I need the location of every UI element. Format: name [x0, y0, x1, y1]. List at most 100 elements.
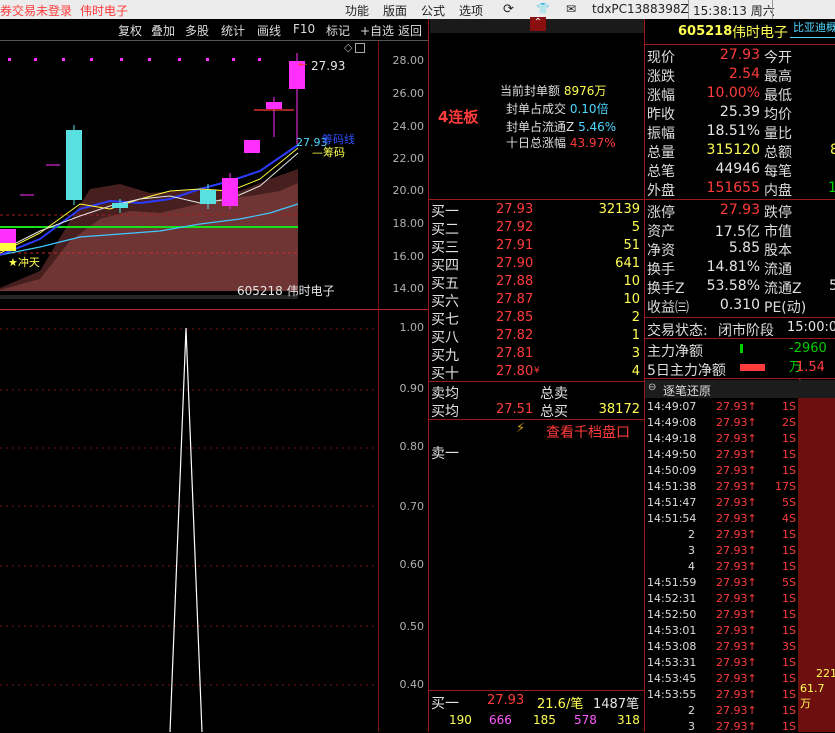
order-volume: 51	[623, 238, 640, 253]
bottom-buy1-per: 21.6/笔	[537, 697, 584, 712]
y-tick: 28.00	[392, 54, 425, 67]
btn-stats[interactable]: 统计	[221, 22, 245, 39]
ticks-header[interactable]: ⊖ 逐笔还原	[645, 380, 835, 398]
trade-state-label: 交易状态:	[647, 323, 708, 339]
btn-fuquan[interactable]: 复权	[118, 22, 142, 39]
tick-volume: 1S	[782, 688, 796, 701]
chip-legend: —筹码	[312, 146, 345, 159]
quote-value: 25.39	[719, 104, 760, 120]
close-icon[interactable]	[418, 2, 434, 20]
menu-options[interactable]: 选项	[459, 2, 483, 19]
btn-f10[interactable]: F10	[293, 22, 315, 36]
tick-price: 27.93↑	[716, 544, 757, 557]
y-tick: 18.00	[392, 217, 425, 230]
tick-time: 3	[688, 720, 695, 733]
quote-value: 315120	[706, 142, 760, 158]
fund-value: 14.81%	[706, 259, 760, 275]
tick-price: 27.93↑	[716, 656, 757, 669]
tick-volume: 1S	[782, 448, 796, 461]
inner-value-clip: 1	[828, 180, 835, 196]
login-status: 券交易未登录	[0, 4, 73, 18]
order-price[interactable]: 27.81	[496, 346, 533, 361]
tick-volume: 5S	[782, 576, 796, 589]
stock-caption: 605218 伟时电子	[237, 284, 335, 298]
total-buy-label: 总买	[540, 404, 568, 420]
quote-label: 振幅	[647, 126, 675, 142]
tick-volume: 1S	[782, 592, 796, 605]
tick-time: 14:53:55	[647, 688, 697, 701]
y-tick: 0.50	[399, 620, 425, 633]
btn-back[interactable]: 返回	[398, 22, 422, 39]
quote-label: 均价	[764, 107, 792, 123]
ticks-title: 逐笔还原	[663, 384, 712, 398]
btn-mark[interactable]: 标记	[326, 22, 350, 39]
fund-value: 53.58%	[706, 278, 760, 294]
queue-item: 318	[617, 713, 640, 727]
tick-price: 27.93↑	[716, 704, 757, 717]
quote-label: 最高	[764, 69, 792, 85]
fund-value: 5.85	[728, 240, 760, 256]
order-level: 买七	[431, 312, 459, 328]
tick-price: 27.93↑	[716, 496, 757, 509]
order-price[interactable]: 27.88	[496, 274, 533, 289]
tick-price: 27.93↑	[716, 464, 757, 477]
tick-volume: 1S	[782, 528, 796, 541]
menu-layout[interactable]: 版面	[383, 2, 407, 19]
candle	[244, 140, 260, 153]
thousand-depth-link[interactable]: 查看千档盘口	[546, 422, 630, 442]
fund-label: 流通Z	[764, 281, 802, 297]
bottom-buy1-label: 买一	[431, 696, 459, 712]
fund-value: 27.93	[719, 202, 760, 218]
order-volume: 641	[615, 256, 640, 271]
quote-label: 涨幅	[647, 88, 675, 104]
y-tick: 0.40	[399, 678, 425, 691]
total-buy-value: 38172	[598, 402, 640, 417]
btn-overlay[interactable]: 叠加	[151, 22, 175, 39]
order-price[interactable]: 27.85	[496, 310, 533, 325]
tick-volume: 1S	[782, 432, 796, 445]
fund-value: 0.310	[719, 297, 760, 313]
mail-icon[interactable]: ✉	[566, 2, 576, 16]
refresh-icon[interactable]: ⟳	[503, 2, 514, 17]
order-price[interactable]: 27.82	[496, 328, 533, 343]
order-price[interactable]: 27.93	[496, 202, 533, 217]
order-price[interactable]: 27.92	[496, 220, 533, 235]
quote-value: 2.54	[728, 66, 760, 82]
order-price[interactable]: 27.91	[496, 238, 533, 253]
tick-price: 27.93↑	[716, 640, 757, 653]
clock: 15:38:13 周六	[693, 4, 775, 18]
tick-price: 27.93↑	[716, 448, 757, 461]
tick-price: 27.93↑	[716, 432, 757, 445]
shirt-icon[interactable]: 👕	[536, 2, 550, 15]
order-price[interactable]: 27.87	[496, 292, 533, 307]
quote-label: 涨跌	[647, 69, 675, 85]
y-tick: 16.00	[392, 250, 425, 263]
limit-row: 封单占成交 0.10倍	[506, 102, 609, 116]
tick-time: 14:49:18	[647, 432, 697, 445]
avg-sell-label: 卖均	[431, 386, 459, 402]
amount-value-clip: 8	[830, 142, 835, 158]
order-level: 买八	[431, 330, 459, 346]
chevron-up-icon[interactable]: ⌃	[530, 17, 546, 31]
quote-value: 27.93	[719, 47, 760, 63]
order-level: 买五	[431, 276, 459, 292]
btn-draw[interactable]: 画线	[257, 22, 281, 39]
order-volume: 5	[631, 220, 640, 235]
order-price[interactable]: 27.80	[496, 364, 533, 379]
order-price[interactable]: 27.90	[496, 256, 533, 271]
y-tick: 24.00	[392, 120, 425, 133]
btn-add-watchlist[interactable]: +自选	[360, 22, 394, 39]
menu-function[interactable]: 功能	[345, 2, 369, 19]
tick-time: 14:53:31	[647, 656, 697, 669]
collapse-icon: ⊖	[648, 382, 657, 393]
tick-price: 27.93↑	[716, 528, 757, 541]
order-volume: 2	[631, 310, 640, 325]
order-level: 买二	[431, 222, 459, 238]
tick-volume: 1S	[782, 464, 796, 477]
tick-price: 27.93↑	[716, 688, 757, 701]
tick-time: 14:53:01	[647, 624, 697, 637]
star-icon: ★	[8, 256, 18, 269]
limit-row: 当前封单额 8976万	[500, 84, 607, 98]
btn-multi[interactable]: 多股	[185, 22, 209, 39]
main-force-label: 主力净额	[647, 344, 703, 360]
